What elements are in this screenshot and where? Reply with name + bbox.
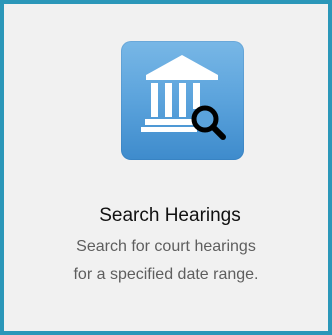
- tile-description-line-2: for a specified date range.: [73, 266, 259, 283]
- search-hearings-tile[interactable]: Search Hearings Search for court hearing…: [0, 0, 332, 335]
- tile-description-line-1: Search for court hearings: [76, 238, 256, 255]
- courthouse-search-icon: [121, 41, 244, 160]
- tile-title: Search Hearings: [99, 205, 241, 226]
